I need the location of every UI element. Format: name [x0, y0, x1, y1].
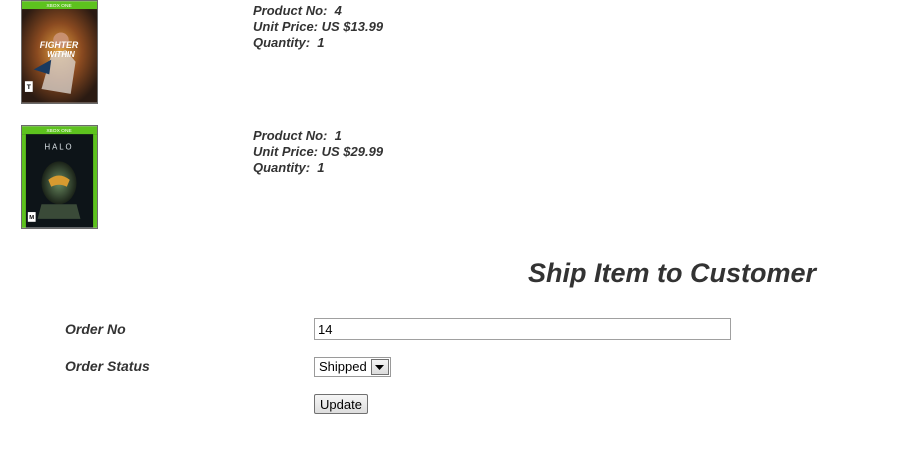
select-dropdown-button[interactable]	[370, 359, 389, 375]
update-button[interactable]: Update	[314, 394, 368, 414]
order-status-value: Shipped	[319, 359, 367, 374]
svg-text:XBOX ONE: XBOX ONE	[46, 3, 72, 9]
order-status-label: Order Status	[65, 358, 150, 374]
unit-price-line: Unit Price: US $13.99	[253, 19, 383, 35]
unit-price-label: Unit Price:	[253, 19, 319, 34]
quantity-line: Quantity: 1	[253, 160, 383, 176]
quantity-line: Quantity: 1	[253, 35, 383, 51]
product-no-line: Product No: 1	[253, 128, 383, 144]
svg-text:HALO: HALO	[45, 143, 74, 152]
quantity-label: Quantity:	[253, 35, 311, 50]
product-cover-image: XBOX ONE HALO M	[21, 125, 98, 229]
unit-price-line: Unit Price: US $29.99	[253, 144, 383, 160]
svg-text:M: M	[29, 215, 34, 221]
quantity-value: 1	[317, 160, 325, 175]
product-no-line: Product No: 4	[253, 3, 383, 19]
product-no-label: Product No:	[253, 3, 328, 18]
order-no-input[interactable]	[314, 318, 731, 340]
chevron-down-icon	[375, 364, 385, 370]
order-no-label: Order No	[65, 321, 126, 337]
unit-price-value: US $29.99	[321, 144, 384, 159]
quantity-label: Quantity:	[253, 160, 311, 175]
order-status-select[interactable]: Shipped	[314, 357, 391, 377]
svg-text:XBOX ONE: XBOX ONE	[46, 128, 72, 134]
product-cover-image: XBOX ONE FIGHTER WITHIN T	[21, 0, 98, 104]
unit-price-value: US $13.99	[321, 19, 384, 34]
product-info: Product No: 1 Unit Price: US $29.99 Quan…	[253, 128, 383, 176]
product-no-label: Product No:	[253, 128, 328, 143]
unit-price-label: Unit Price:	[253, 144, 319, 159]
product-no-value: 4	[334, 3, 342, 18]
svg-text:WITHIN: WITHIN	[47, 50, 75, 59]
page-title: Ship Item to Customer	[528, 258, 817, 288]
quantity-value: 1	[317, 35, 325, 50]
svg-text:FIGHTER: FIGHTER	[40, 40, 79, 50]
product-info: Product No: 4 Unit Price: US $13.99 Quan…	[253, 3, 383, 51]
product-no-value: 1	[334, 128, 342, 143]
page: XBOX ONE FIGHTER WITHIN T Product No: 4 …	[0, 0, 906, 453]
